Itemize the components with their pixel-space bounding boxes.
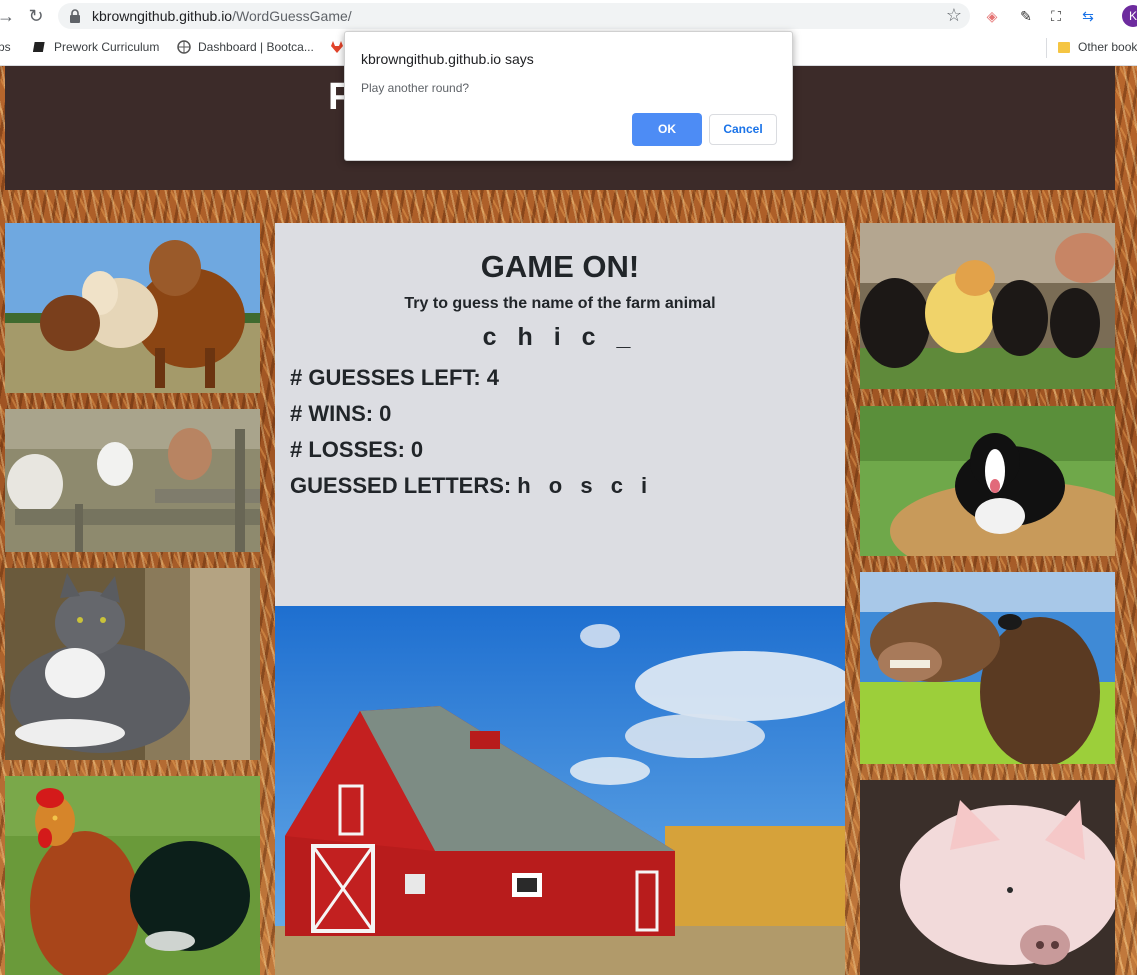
book-icon xyxy=(33,42,45,52)
guessed-letters-value: h o s c i xyxy=(517,473,654,498)
bookmark-label: Dashboard | Bootca... xyxy=(198,40,314,54)
guessed-letters-label: GUESSED LETTERS: xyxy=(290,473,512,498)
address-bar[interactable]: kbrowngithub.github.io/WordGuessGame/ ☆ xyxy=(58,3,970,29)
lock-icon xyxy=(70,9,80,23)
globe-icon xyxy=(177,40,191,54)
cat-photo xyxy=(5,568,260,760)
dog-photo xyxy=(860,406,1115,556)
bookmark-apps[interactable]: ps xyxy=(0,40,11,54)
game-instructions: Try to guess the name of the farm animal xyxy=(404,295,716,312)
bookmarks-divider xyxy=(1046,38,1047,58)
bookmark-gitlab[interactable] xyxy=(330,40,344,54)
losses-value: 0 xyxy=(410,437,424,462)
current-word: c h i c _ xyxy=(482,323,638,351)
screenshot-icon[interactable]: ⛶ xyxy=(1046,6,1066,26)
bookmark-label: Prework Curriculum xyxy=(54,40,160,54)
ok-button[interactable]: OK xyxy=(632,113,702,146)
eyedropper-icon[interactable]: ✎ xyxy=(1016,6,1036,26)
game-panel: GAME ON! Try to guess the name of the fa… xyxy=(275,223,845,606)
horse-photo xyxy=(860,572,1115,764)
bookmark-prework[interactable]: Prework Curriculum xyxy=(33,40,159,54)
profile-avatar[interactable]: K xyxy=(1122,5,1137,27)
extension-icon[interactable]: ◈ xyxy=(982,6,1002,26)
pig-photo xyxy=(860,780,1115,975)
rooster-photo xyxy=(5,776,260,975)
sync-icon[interactable]: ⇆ xyxy=(1078,6,1098,26)
alert-dialog: kbrowngithub.github.io says Play another… xyxy=(344,31,793,161)
wins-label: # WINS: xyxy=(290,401,374,426)
cancel-button[interactable]: Cancel xyxy=(709,114,777,145)
losses-stat: # LOSSES: 0 xyxy=(290,437,423,463)
losses-label: # LOSSES: xyxy=(290,437,405,462)
reload-icon[interactable]: ↻ xyxy=(24,4,48,28)
barn-photo xyxy=(275,606,845,975)
guesses-left-label: # GUESSES LEFT: xyxy=(290,365,481,390)
sheep-photo xyxy=(5,409,260,552)
folder-icon xyxy=(1058,42,1070,53)
url-text: kbrowngithub.github.io/WordGuessGame/ xyxy=(92,8,352,24)
page-background: F GAME ON! Try to guess the name of the … xyxy=(0,66,1137,975)
url-host: kbrowngithub.github.io xyxy=(92,8,233,24)
bookmark-dashboard[interactable]: Dashboard | Bootca... xyxy=(177,40,314,54)
wins-value: 0 xyxy=(379,401,392,426)
gitlab-icon xyxy=(331,41,343,53)
wins-stat: # WINS: 0 xyxy=(290,401,391,427)
bookmark-label: Other book xyxy=(1078,40,1137,54)
game-title: GAME ON! xyxy=(480,249,640,284)
guessed-letters-stat: GUESSED LETTERS: h o s c i xyxy=(290,473,653,499)
bookmark-label: ps xyxy=(0,40,11,54)
bookmark-star-icon[interactable]: ☆ xyxy=(946,5,962,26)
back-arrow-icon[interactable]: → xyxy=(0,4,18,28)
dialog-title: kbrowngithub.github.io says xyxy=(361,51,534,67)
cows-photo xyxy=(5,223,260,393)
url-path: /WordGuessGame/ xyxy=(232,8,352,24)
bookmark-other[interactable]: Other book xyxy=(1057,40,1137,54)
dialog-message: Play another round? xyxy=(361,81,470,95)
guesses-left-value: 4 xyxy=(486,365,499,390)
chicks-photo xyxy=(860,223,1115,389)
guesses-left-stat: # GUESSES LEFT: 4 xyxy=(290,365,499,391)
